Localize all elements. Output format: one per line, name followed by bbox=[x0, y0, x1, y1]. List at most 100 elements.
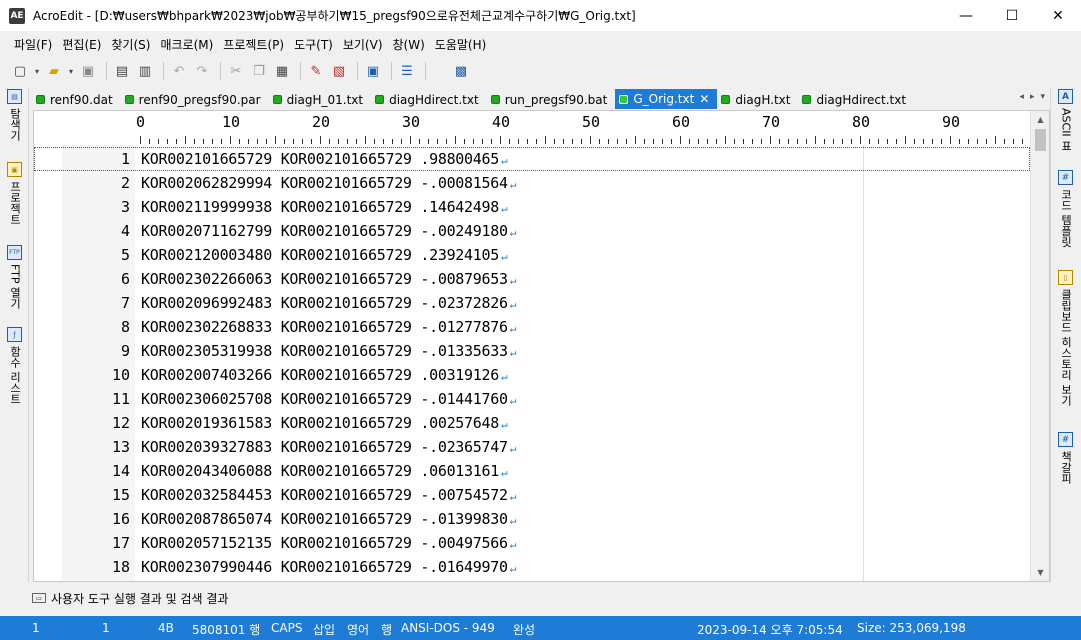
copy-icon[interactable]: ❐ bbox=[249, 61, 269, 81]
line-text[interactable]: KOR002306025708 KOR002101665729 -.014417… bbox=[141, 390, 516, 408]
chevron-left-icon[interactable]: ◂ bbox=[1019, 92, 1024, 102]
sidebar-item-function-list[interactable]: ƒ 함수 리스트 bbox=[0, 327, 29, 405]
editor-line[interactable]: 7 KOR002096992483 KOR002101665729 -.02372… bbox=[34, 291, 1030, 315]
dropdown-icon[interactable]: ▾ bbox=[33, 61, 41, 81]
text-editor[interactable]: 0 10 20 30 40 50 60 70 80 90 1 KOR0021016… bbox=[33, 110, 1050, 582]
menu-find[interactable]: 찾기(S) bbox=[111, 36, 150, 53]
chevron-right-icon[interactable]: ▸ bbox=[1030, 92, 1035, 102]
status-select-mode[interactable]: 행 bbox=[381, 621, 392, 638]
line-text[interactable]: KOR002120003480 KOR002101665729 .2392410… bbox=[141, 246, 508, 264]
output-panel-tab[interactable]: ▭ 사용자 도구 실행 결과 및 검색 결과 bbox=[32, 586, 1050, 610]
new-file-icon[interactable]: ▢ bbox=[10, 61, 30, 81]
editor-line[interactable]: 5 KOR002120003480 KOR002101665729 .239241… bbox=[34, 243, 1030, 267]
line-text[interactable]: KOR002305319938 KOR002101665729 -.013356… bbox=[141, 342, 516, 360]
tab-diaghdirect-txt-2[interactable]: diagHdirect.txt bbox=[798, 90, 914, 109]
menu-window[interactable]: 창(W) bbox=[393, 36, 425, 53]
menu-macro[interactable]: 매크로(M) bbox=[160, 36, 213, 53]
editor-line[interactable]: 17 KOR002057152135 KOR002101665729 -.0049… bbox=[34, 531, 1030, 555]
line-text[interactable]: KOR002032584453 KOR002101665729 -.007545… bbox=[141, 486, 516, 504]
editor-line[interactable]: 16 KOR002087865074 KOR002101665729 -.0139… bbox=[34, 507, 1030, 531]
tab-diagh-01-txt[interactable]: diagH_01.txt bbox=[269, 90, 372, 109]
open-folder-icon[interactable]: ▰ bbox=[44, 61, 64, 81]
print-icon[interactable]: ▥ bbox=[135, 61, 155, 81]
tab-renf90-pregsf90-par[interactable]: renf90_pregsf90.par bbox=[121, 90, 269, 109]
line-text[interactable]: KOR002096992483 KOR002101665729 -.023728… bbox=[141, 294, 516, 312]
dropdown-icon[interactable]: ▾ bbox=[67, 61, 75, 81]
print-preview-icon[interactable]: ▤ bbox=[112, 61, 132, 81]
editor-line[interactable]: 1 KOR002101665729 KOR002101665729 .988004… bbox=[34, 147, 1030, 171]
line-text[interactable]: KOR002302266063 KOR002101665729 -.008796… bbox=[141, 270, 516, 288]
editor-line[interactable]: 18 KOR002307990446 KOR002101665729 -.0164… bbox=[34, 555, 1030, 579]
save-icon[interactable]: ▣ bbox=[78, 61, 98, 81]
undo-icon[interactable]: ↶ bbox=[169, 61, 189, 81]
menu-file[interactable]: 파일(F) bbox=[14, 36, 52, 53]
line-text[interactable]: KOR002101665729 KOR002101665729 .9880046… bbox=[141, 150, 508, 168]
editor-line[interactable]: 4 KOR002071162799 KOR002101665729 -.00249… bbox=[34, 219, 1030, 243]
tab-g-orig-txt[interactable]: G_Orig.txt ✕ bbox=[615, 89, 718, 109]
status-encoding[interactable]: ANSI-DOS - 949 bbox=[401, 621, 495, 635]
editor-line[interactable]: 2 KOR002062829994 KOR002101665729 -.00081… bbox=[34, 171, 1030, 195]
highlight-icon[interactable]: ✎ bbox=[306, 61, 326, 81]
editor-line[interactable]: 9 KOR002305319938 KOR002101665729 -.01335… bbox=[34, 339, 1030, 363]
line-text[interactable]: KOR002087865074 KOR002101665729 -.013998… bbox=[141, 510, 516, 528]
bookmark-toggle-icon[interactable]: ▧ bbox=[329, 61, 349, 81]
status-language[interactable]: 영어 bbox=[347, 621, 369, 638]
tab-run-pregsf90-bat[interactable]: run_pregsf90.bat bbox=[487, 90, 616, 109]
editor-line[interactable]: 8 KOR002302268833 KOR002101665729 -.01277… bbox=[34, 315, 1030, 339]
tab-renf90-dat[interactable]: renf90.dat bbox=[32, 90, 121, 109]
editor-line[interactable]: 3 KOR002119999938 KOR002101665729 .146424… bbox=[34, 195, 1030, 219]
line-text[interactable]: KOR002119999938 KOR002101665729 .1464249… bbox=[141, 198, 508, 216]
sidebar-item-ftp[interactable]: FTP FTP 열기 bbox=[0, 245, 29, 309]
compare-icon[interactable]: ▩ bbox=[451, 61, 471, 81]
list-view-icon[interactable]: ☰ bbox=[397, 61, 417, 81]
line-text[interactable]: KOR002062829994 KOR002101665729 -.000815… bbox=[141, 174, 516, 192]
editor-line[interactable]: 11 KOR002306025708 KOR002101665729 -.0144… bbox=[34, 387, 1030, 411]
sidebar-item-bookmarks[interactable]: # 책갈피 bbox=[1051, 432, 1080, 484]
maximize-button[interactable]: ☐ bbox=[989, 0, 1035, 31]
line-text[interactable]: KOR002007403266 KOR002101665729 .0031912… bbox=[141, 366, 508, 384]
minimize-button[interactable]: — bbox=[943, 0, 989, 31]
sidebar-item-clipboard-history[interactable]: ▯ 클립보드 히스토리 보기 bbox=[1051, 270, 1080, 406]
cut-icon[interactable]: ✂ bbox=[226, 61, 246, 81]
sidebar-item-explorer[interactable]: ▤ 탐색기 bbox=[0, 89, 29, 141]
menu-view[interactable]: 보기(V) bbox=[343, 36, 383, 53]
menu-help[interactable]: 도움말(H) bbox=[435, 36, 487, 53]
line-text[interactable]: KOR002019361583 KOR002101665729 .0025764… bbox=[141, 414, 508, 432]
editor-line[interactable]: 14 KOR002043406088 KOR002101665729 .06013… bbox=[34, 459, 1030, 483]
line-text[interactable]: KOR002302268833 KOR002101665729 -.012778… bbox=[141, 318, 516, 336]
menu-project[interactable]: 프로젝트(P) bbox=[223, 36, 284, 53]
line-text[interactable]: KOR002057152135 KOR002101665729 -.004975… bbox=[141, 534, 516, 552]
sidebar-item-code-template[interactable]: # 코드 템플릿 bbox=[1051, 170, 1080, 248]
chevron-down-icon[interactable]: ▾ bbox=[1040, 92, 1045, 102]
editor-line[interactable]: 13 KOR002039327883 KOR002101665729 -.0236… bbox=[34, 435, 1030, 459]
toolbar-separator bbox=[391, 62, 392, 80]
ruler-label: 90 bbox=[942, 113, 961, 131]
vertical-scrollbar[interactable]: ▲ ▼ bbox=[1030, 111, 1049, 581]
line-text[interactable]: KOR002307990446 KOR002101665729 -.016499… bbox=[141, 558, 516, 576]
sidebar-item-project[interactable]: ▣ 프로젝트 bbox=[0, 162, 29, 225]
tab-diaghdirect-txt[interactable]: diagHdirect.txt bbox=[371, 90, 487, 109]
editor-line[interactable]: 10 KOR002007403266 KOR002101665729 .00319… bbox=[34, 363, 1030, 387]
close-button[interactable]: ✕ bbox=[1035, 0, 1081, 31]
close-icon[interactable]: ✕ bbox=[699, 92, 709, 106]
status-byte: 4B bbox=[158, 621, 174, 635]
menu-edit[interactable]: 편집(E) bbox=[62, 36, 101, 53]
line-text[interactable]: KOR002071162799 KOR002101665729 -.002491… bbox=[141, 222, 516, 240]
editor-lines[interactable]: 1 KOR002101665729 KOR002101665729 .988004… bbox=[34, 147, 1030, 579]
editor-line[interactable]: 6 KOR002302266063 KOR002101665729 -.00879… bbox=[34, 267, 1030, 291]
goto-icon[interactable]: ▣ bbox=[363, 61, 383, 81]
line-text[interactable]: KOR002043406088 KOR002101665729 .0601316… bbox=[141, 462, 508, 480]
menu-tools[interactable]: 도구(T) bbox=[294, 36, 333, 53]
sidebar-item-ascii-table[interactable]: A ASCII 표 bbox=[1051, 89, 1080, 151]
editor-line[interactable]: 15 KOR002032584453 KOR002101665729 -.0075… bbox=[34, 483, 1030, 507]
status-insert-mode[interactable]: 삽입 bbox=[313, 621, 335, 638]
scroll-up-icon[interactable]: ▲ bbox=[1031, 111, 1049, 128]
paste-icon[interactable]: ▦ bbox=[272, 61, 292, 81]
line-text[interactable]: KOR002039327883 KOR002101665729 -.023657… bbox=[141, 438, 516, 456]
scroll-down-icon[interactable]: ▼ bbox=[1031, 564, 1049, 581]
tab-diagh-txt[interactable]: diagH.txt bbox=[717, 90, 798, 109]
redo-icon[interactable]: ↷ bbox=[192, 61, 212, 81]
editor-line[interactable]: 12 KOR002019361583 KOR002101665729 .00257… bbox=[34, 411, 1030, 435]
status-caps[interactable]: CAPS bbox=[271, 621, 302, 635]
scrollbar-thumb[interactable] bbox=[1035, 129, 1046, 151]
